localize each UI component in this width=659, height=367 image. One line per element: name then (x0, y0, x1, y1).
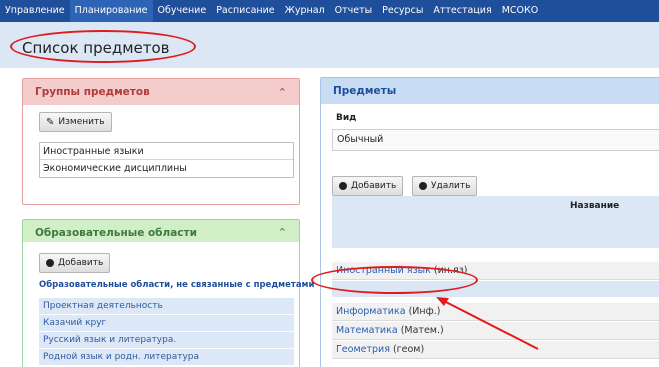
table-group-row (332, 232, 659, 248)
list-item[interactable]: Проектная деятельность (39, 298, 294, 315)
view-select[interactable]: Обычный (332, 129, 659, 151)
add-subject-button[interactable]: Добавить (332, 176, 404, 196)
educational-areas-title: Образовательные области (35, 226, 197, 239)
list-item[interactable]: Иностранные языки (40, 143, 293, 160)
subject-name[interactable]: Геометрия (336, 344, 390, 355)
add-area-button[interactable]: Добавить (39, 253, 111, 273)
subject-groups-title: Группы предметов (35, 86, 150, 98)
table-row[interactable]: Математика (Матем.) (332, 322, 659, 340)
nav-item-msoko[interactable]: МСОКО (497, 0, 544, 22)
subject-groups-panel: Группы предметов ⌃ ✎ Изменить Иностранны… (22, 78, 300, 205)
top-nav: Управление Планирование Обучение Расписа… (0, 0, 659, 22)
chevron-up-icon[interactable]: ⌃ (278, 226, 287, 239)
subjects-header: Предметы (321, 78, 659, 104)
subject-abbr: (Инф.) (408, 306, 441, 317)
educational-areas-panel: Образовательные области ⌃ Добавить Образ… (22, 219, 314, 367)
table-row[interactable]: Геометрия (геом) (332, 341, 659, 359)
add-icon (339, 182, 347, 190)
title-highlight-ellipse (10, 30, 196, 63)
row-highlight-ellipse (311, 266, 478, 294)
list-item[interactable]: Русский язык и литература. (39, 332, 294, 349)
delete-subject-label: Удалить (431, 181, 471, 191)
nav-item-journal[interactable]: Журнал (280, 0, 330, 22)
areas-note: Образовательные области, не связанные с … (39, 280, 315, 290)
nav-item-management[interactable]: Управление (0, 0, 70, 22)
nav-item-attestation[interactable]: Аттестация (428, 0, 496, 22)
subjects-panel: Предметы Вид Обычный Добавить Удалить На… (320, 77, 659, 367)
subject-name[interactable]: Информатика (336, 306, 406, 317)
subjects-title: Предметы (333, 85, 397, 97)
nav-item-reports[interactable]: Отчеты (330, 0, 378, 22)
column-name-header[interactable]: Название (570, 201, 619, 211)
subject-groups-header[interactable]: Группы предметов ⌃ (23, 79, 299, 105)
add-area-label: Добавить (58, 258, 104, 268)
nav-item-schedule[interactable]: Расписание (211, 0, 279, 22)
edit-groups-label: Изменить (58, 117, 105, 127)
educational-areas-list: Проектная деятельность Казачий круг Русс… (39, 298, 294, 366)
edit-groups-button[interactable]: ✎ Изменить (39, 112, 112, 132)
list-item[interactable]: Казачий круг (39, 315, 294, 332)
delete-subject-button[interactable]: Удалить (412, 176, 478, 196)
chevron-up-icon[interactable]: ⌃ (278, 86, 287, 99)
nav-item-planning[interactable]: Планирование (69, 0, 153, 22)
table-row[interactable]: Информатика (Инф.) (332, 303, 659, 321)
subject-abbr: (геом) (392, 344, 425, 355)
pencil-icon: ✎ (46, 116, 55, 128)
educational-areas-header[interactable]: Образовательные области ⌃ (23, 220, 299, 242)
subject-groups-list: Иностранные языки Экономические дисципли… (39, 142, 294, 178)
list-item[interactable]: Родной язык и родн. литература (39, 349, 294, 366)
add-subject-label: Добавить (351, 181, 397, 191)
add-icon (46, 259, 54, 267)
nav-item-resources[interactable]: Ресурсы (377, 0, 428, 22)
list-item[interactable]: Экономические дисциплины (40, 160, 293, 177)
delete-icon (419, 182, 427, 190)
view-label: Вид (336, 113, 357, 123)
subject-name[interactable]: Математика (336, 325, 398, 336)
nav-item-learning[interactable]: Обучение (153, 0, 212, 22)
subject-abbr: (Матем.) (400, 325, 444, 336)
subjects-table-header: Название (332, 196, 659, 232)
